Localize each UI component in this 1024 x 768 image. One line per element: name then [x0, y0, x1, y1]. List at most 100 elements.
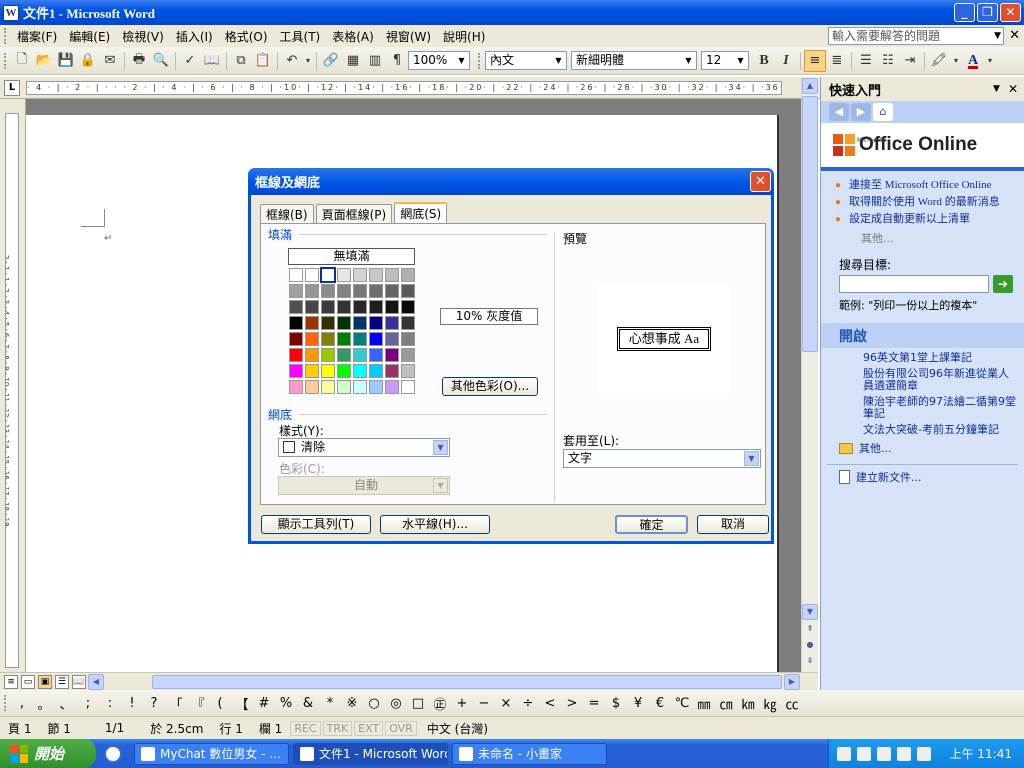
- font-color-button[interactable]: A: [962, 50, 984, 72]
- scroll-left-icon[interactable]: ◀: [88, 674, 104, 690]
- symbol-button[interactable]: +: [451, 696, 473, 711]
- quick-launch-icon[interactable]: [104, 744, 122, 763]
- menu-edit[interactable]: 編輯(E): [63, 28, 116, 45]
- show-hide-icon[interactable]: ¶: [386, 50, 408, 72]
- menu-tools[interactable]: 工具(T): [274, 28, 327, 45]
- color-swatch[interactable]: [337, 268, 351, 282]
- paste-icon[interactable]: 📋: [252, 50, 274, 72]
- color-swatch[interactable]: [401, 332, 415, 346]
- scroll-up-icon[interactable]: ▲: [802, 78, 818, 94]
- highlight-icon[interactable]: 🖍: [928, 50, 950, 72]
- font-color-dropdown-icon[interactable]: ▾: [984, 50, 996, 72]
- permission-icon[interactable]: 🔒: [77, 50, 99, 72]
- color-swatch[interactable]: [321, 380, 335, 394]
- symbol-button[interactable]: *: [319, 696, 341, 711]
- symbol-button[interactable]: (: [209, 696, 231, 711]
- tab-borders[interactable]: 框線(B): [260, 204, 314, 225]
- color-swatch[interactable]: [321, 348, 335, 362]
- color-swatch[interactable]: [321, 364, 335, 378]
- toolbar-grip[interactable]: [478, 52, 481, 69]
- show-toolbar-button[interactable]: 顯示工具列(T): [261, 515, 371, 534]
- next-page-icon[interactable]: ⇟: [802, 654, 818, 670]
- help-icon[interactable]: [857, 746, 871, 761]
- color-swatch[interactable]: [305, 300, 319, 314]
- color-swatch[interactable]: [385, 284, 399, 298]
- tab-selector-icon[interactable]: L: [4, 80, 20, 96]
- color-swatch[interactable]: [289, 332, 303, 346]
- color-swatch[interactable]: [353, 348, 367, 362]
- new-document-icon[interactable]: 🗋: [11, 50, 33, 72]
- color-swatch[interactable]: [321, 300, 335, 314]
- horizontal-scroll-thumb[interactable]: [152, 675, 782, 689]
- color-swatch[interactable]: [305, 316, 319, 330]
- search-go-icon[interactable]: ➔: [993, 275, 1013, 293]
- color-swatch[interactable]: [337, 348, 351, 362]
- color-swatch[interactable]: [337, 380, 351, 394]
- color-swatch[interactable]: [369, 284, 383, 298]
- menu-view[interactable]: 檢視(V): [116, 28, 170, 45]
- start-button[interactable]: 開始: [0, 739, 96, 768]
- color-swatch[interactable]: [321, 332, 335, 346]
- color-swatch[interactable]: [369, 316, 383, 330]
- outline-view-icon[interactable]: ☰: [55, 675, 69, 689]
- minimize-button[interactable]: _: [954, 3, 975, 22]
- recent-doc-3[interactable]: 陳治宇老師的97法繪二循第9堂筆記: [821, 396, 1024, 420]
- pattern-style-select[interactable]: 清除 ▼: [278, 438, 450, 457]
- vertical-scrollbar[interactable]: ▲ ▼ ⇞ ● ⇟: [801, 78, 818, 672]
- copy-icon[interactable]: ⧉: [230, 50, 252, 72]
- print-layout-icon[interactable]: ▣: [38, 675, 52, 689]
- color-swatch[interactable]: [305, 332, 319, 346]
- chevron-down-icon[interactable]: ▼: [681, 52, 696, 69]
- restore-button[interactable]: ❐: [977, 3, 998, 22]
- expand-tray-icon[interactable]: [897, 746, 911, 761]
- color-swatch[interactable]: [369, 348, 383, 362]
- zoom-select[interactable]: 100% ▼: [408, 51, 470, 70]
- color-swatch[interactable]: [353, 364, 367, 378]
- volume-icon[interactable]: [917, 746, 931, 761]
- task-paint[interactable]: 未命名 - 小畫家: [452, 742, 607, 765]
- color-swatch[interactable]: [337, 364, 351, 378]
- color-swatch[interactable]: [305, 380, 319, 394]
- save-icon[interactable]: 💾: [55, 50, 77, 72]
- home-icon[interactable]: ⌂: [873, 103, 893, 121]
- no-fill-button[interactable]: 無填滿: [288, 248, 415, 265]
- status-trk[interactable]: TRK: [322, 720, 353, 736]
- font-select[interactable]: 新細明體 ▼: [571, 51, 697, 70]
- table-icon[interactable]: ▦: [342, 50, 364, 72]
- color-swatch[interactable]: [401, 364, 415, 378]
- symbol-button[interactable]: #: [253, 696, 275, 711]
- symbol-button[interactable]: %: [275, 696, 297, 711]
- symbol-button[interactable]: ×: [495, 696, 517, 711]
- color-swatch[interactable]: [305, 348, 319, 362]
- color-swatch[interactable]: [337, 316, 351, 330]
- chevron-down-icon[interactable]: ▼: [454, 52, 469, 69]
- ask-question-input[interactable]: 輸入需要解答的問題 ▼: [828, 27, 1004, 45]
- bullets-icon[interactable]: ☷: [877, 50, 899, 72]
- recent-doc-2[interactable]: 股份有限公司96年新進從業人員遴選簡章: [821, 368, 1024, 392]
- dialog-close-button[interactable]: ✕: [750, 171, 771, 192]
- symbol-button[interactable]: =: [583, 696, 605, 711]
- close-document-icon[interactable]: ✕: [1009, 28, 1020, 43]
- color-swatch[interactable]: [337, 284, 351, 298]
- link-connect-office-online[interactable]: ● 連接至 Microsoft Office Online: [835, 179, 1016, 192]
- scroll-down-icon[interactable]: ▼: [802, 604, 818, 620]
- symbol-button[interactable]: ㎜: [693, 694, 715, 713]
- color-swatch[interactable]: [385, 332, 399, 346]
- previous-page-icon[interactable]: ⇞: [802, 622, 818, 638]
- tab-page-border[interactable]: 頁面框線(P): [315, 204, 393, 225]
- toolbar-grip[interactable]: [4, 52, 7, 69]
- chevron-down-icon[interactable]: ▼: [733, 52, 748, 69]
- color-swatch[interactable]: [289, 348, 303, 362]
- symbol-button[interactable]: 【: [231, 694, 253, 713]
- color-swatch[interactable]: [337, 332, 351, 346]
- bold-button[interactable]: B: [753, 50, 775, 72]
- web-view-icon[interactable]: ▭: [21, 675, 35, 689]
- undo-icon[interactable]: ↶: [281, 50, 303, 72]
- highlight-dropdown-icon[interactable]: ▾: [950, 50, 962, 72]
- normal-view-icon[interactable]: ≡: [4, 675, 18, 689]
- recent-doc-1[interactable]: 96英文第1堂上課筆記: [821, 352, 1024, 364]
- color-swatch[interactable]: [321, 316, 335, 330]
- symbol-button[interactable]: ㎏: [759, 694, 781, 713]
- symbol-button[interactable]: ○: [363, 696, 385, 711]
- color-swatch[interactable]: [289, 316, 303, 330]
